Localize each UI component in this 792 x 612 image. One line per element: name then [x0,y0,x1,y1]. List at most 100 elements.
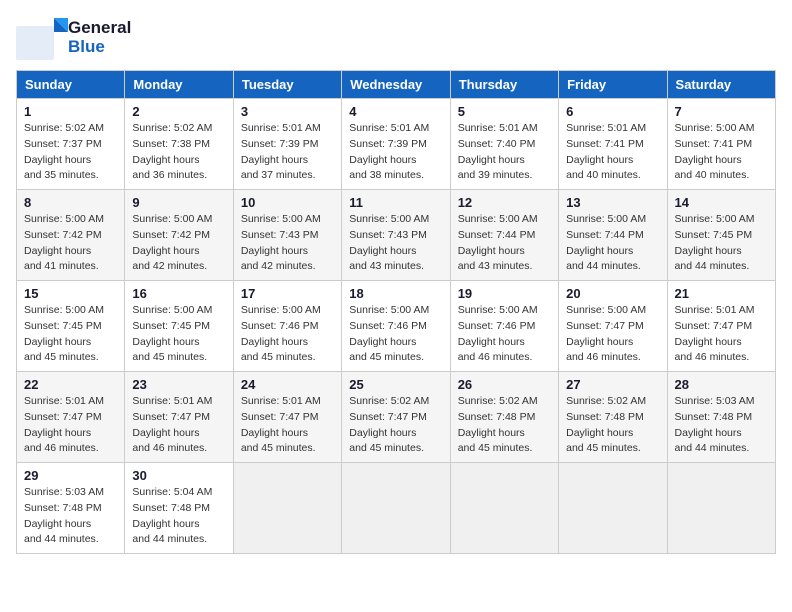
sunset-label: Sunset: 7:46 PM [241,320,319,332]
daylight-label: Daylight hours [458,154,525,166]
weekday-header-row: SundayMondayTuesdayWednesdayThursdayFrid… [17,71,776,99]
sunrise-label: Sunrise: 5:01 AM [349,122,429,134]
daylight-label: Daylight hours [566,154,633,166]
week-row-4: 22 Sunrise: 5:01 AM Sunset: 7:47 PM Dayl… [17,372,776,463]
daylight-value: and 44 minutes. [675,260,750,272]
day-number: 19 [458,286,551,301]
calendar-body: 1 Sunrise: 5:02 AM Sunset: 7:37 PM Dayli… [17,99,776,554]
sunrise-label: Sunrise: 5:00 AM [24,304,104,316]
day-number: 8 [24,195,117,210]
daylight-label: Daylight hours [675,336,742,348]
sunset-label: Sunset: 7:43 PM [349,229,427,241]
sunset-label: Sunset: 7:42 PM [132,229,210,241]
sunrise-label: Sunrise: 5:00 AM [241,304,321,316]
calendar-cell: 29 Sunrise: 5:03 AM Sunset: 7:48 PM Dayl… [17,463,125,554]
day-number: 27 [566,377,659,392]
cell-info: Sunrise: 5:02 AM Sunset: 7:37 PM Dayligh… [24,121,117,184]
calendar-cell: 28 Sunrise: 5:03 AM Sunset: 7:48 PM Dayl… [667,372,775,463]
daylight-label: Daylight hours [132,336,199,348]
sunrise-label: Sunrise: 5:00 AM [24,213,104,225]
daylight-label: Daylight hours [458,245,525,257]
day-number: 18 [349,286,442,301]
cell-info: Sunrise: 5:02 AM Sunset: 7:47 PM Dayligh… [349,394,442,457]
daylight-value: and 40 minutes. [675,169,750,181]
daylight-value: and 43 minutes. [349,260,424,272]
week-row-1: 1 Sunrise: 5:02 AM Sunset: 7:37 PM Dayli… [17,99,776,190]
sunrise-label: Sunrise: 5:00 AM [458,304,538,316]
cell-info: Sunrise: 5:00 AM Sunset: 7:46 PM Dayligh… [241,303,334,366]
sunrise-label: Sunrise: 5:01 AM [566,122,646,134]
calendar-cell: 10 Sunrise: 5:00 AM Sunset: 7:43 PM Dayl… [233,190,341,281]
daylight-value: and 46 minutes. [24,442,99,454]
sunrise-label: Sunrise: 5:01 AM [241,122,321,134]
sunset-label: Sunset: 7:47 PM [24,411,102,423]
logo-text: General Blue [68,19,131,56]
day-number: 23 [132,377,225,392]
day-number: 17 [241,286,334,301]
sunrise-label: Sunrise: 5:00 AM [675,213,755,225]
calendar-cell: 4 Sunrise: 5:01 AM Sunset: 7:39 PM Dayli… [342,99,450,190]
day-number: 11 [349,195,442,210]
day-number: 22 [24,377,117,392]
day-number: 7 [675,104,768,119]
daylight-label: Daylight hours [675,427,742,439]
daylight-label: Daylight hours [566,427,633,439]
sunrise-label: Sunrise: 5:03 AM [24,486,104,498]
calendar-cell [450,463,558,554]
sunset-label: Sunset: 7:48 PM [566,411,644,423]
day-number: 28 [675,377,768,392]
sunset-label: Sunset: 7:37 PM [24,138,102,150]
sunrise-label: Sunrise: 5:02 AM [566,395,646,407]
sunrise-label: Sunrise: 5:00 AM [675,122,755,134]
sunset-label: Sunset: 7:48 PM [24,502,102,514]
daylight-value: and 45 minutes. [24,351,99,363]
daylight-value: and 46 minutes. [675,351,750,363]
daylight-label: Daylight hours [132,154,199,166]
calendar-cell: 23 Sunrise: 5:01 AM Sunset: 7:47 PM Dayl… [125,372,233,463]
cell-info: Sunrise: 5:03 AM Sunset: 7:48 PM Dayligh… [675,394,768,457]
sunset-label: Sunset: 7:48 PM [675,411,753,423]
sunrise-label: Sunrise: 5:02 AM [349,395,429,407]
sunrise-label: Sunrise: 5:02 AM [132,122,212,134]
calendar-cell: 19 Sunrise: 5:00 AM Sunset: 7:46 PM Dayl… [450,281,558,372]
daylight-value: and 45 minutes. [132,351,207,363]
page-header: General Blue [16,16,776,60]
day-number: 6 [566,104,659,119]
daylight-value: and 44 minutes. [566,260,641,272]
daylight-label: Daylight hours [675,154,742,166]
logo: General Blue [16,16,131,60]
sunset-label: Sunset: 7:47 PM [675,320,753,332]
daylight-label: Daylight hours [24,245,91,257]
daylight-value: and 41 minutes. [24,260,99,272]
sunrise-label: Sunrise: 5:01 AM [458,122,538,134]
daylight-value: and 45 minutes. [458,442,533,454]
sunset-label: Sunset: 7:40 PM [458,138,536,150]
day-number: 20 [566,286,659,301]
logo-svg [16,16,68,60]
calendar-cell: 5 Sunrise: 5:01 AM Sunset: 7:40 PM Dayli… [450,99,558,190]
calendar-cell: 14 Sunrise: 5:00 AM Sunset: 7:45 PM Dayl… [667,190,775,281]
cell-info: Sunrise: 5:01 AM Sunset: 7:39 PM Dayligh… [241,121,334,184]
daylight-label: Daylight hours [241,154,308,166]
weekday-friday: Friday [559,71,667,99]
sunrise-label: Sunrise: 5:01 AM [241,395,321,407]
cell-info: Sunrise: 5:00 AM Sunset: 7:44 PM Dayligh… [566,212,659,275]
sunset-label: Sunset: 7:45 PM [132,320,210,332]
day-number: 1 [24,104,117,119]
sunrise-label: Sunrise: 5:01 AM [132,395,212,407]
calendar-cell: 9 Sunrise: 5:00 AM Sunset: 7:42 PM Dayli… [125,190,233,281]
day-number: 13 [566,195,659,210]
cell-info: Sunrise: 5:02 AM Sunset: 7:48 PM Dayligh… [566,394,659,457]
calendar-cell: 30 Sunrise: 5:04 AM Sunset: 7:48 PM Dayl… [125,463,233,554]
calendar-cell: 8 Sunrise: 5:00 AM Sunset: 7:42 PM Dayli… [17,190,125,281]
day-number: 16 [132,286,225,301]
daylight-label: Daylight hours [241,336,308,348]
calendar-cell: 18 Sunrise: 5:00 AM Sunset: 7:46 PM Dayl… [342,281,450,372]
sunrise-label: Sunrise: 5:00 AM [458,213,538,225]
calendar-cell: 27 Sunrise: 5:02 AM Sunset: 7:48 PM Dayl… [559,372,667,463]
sunrise-label: Sunrise: 5:02 AM [24,122,104,134]
sunset-label: Sunset: 7:41 PM [566,138,644,150]
daylight-label: Daylight hours [458,336,525,348]
sunset-label: Sunset: 7:47 PM [132,411,210,423]
calendar-cell [667,463,775,554]
